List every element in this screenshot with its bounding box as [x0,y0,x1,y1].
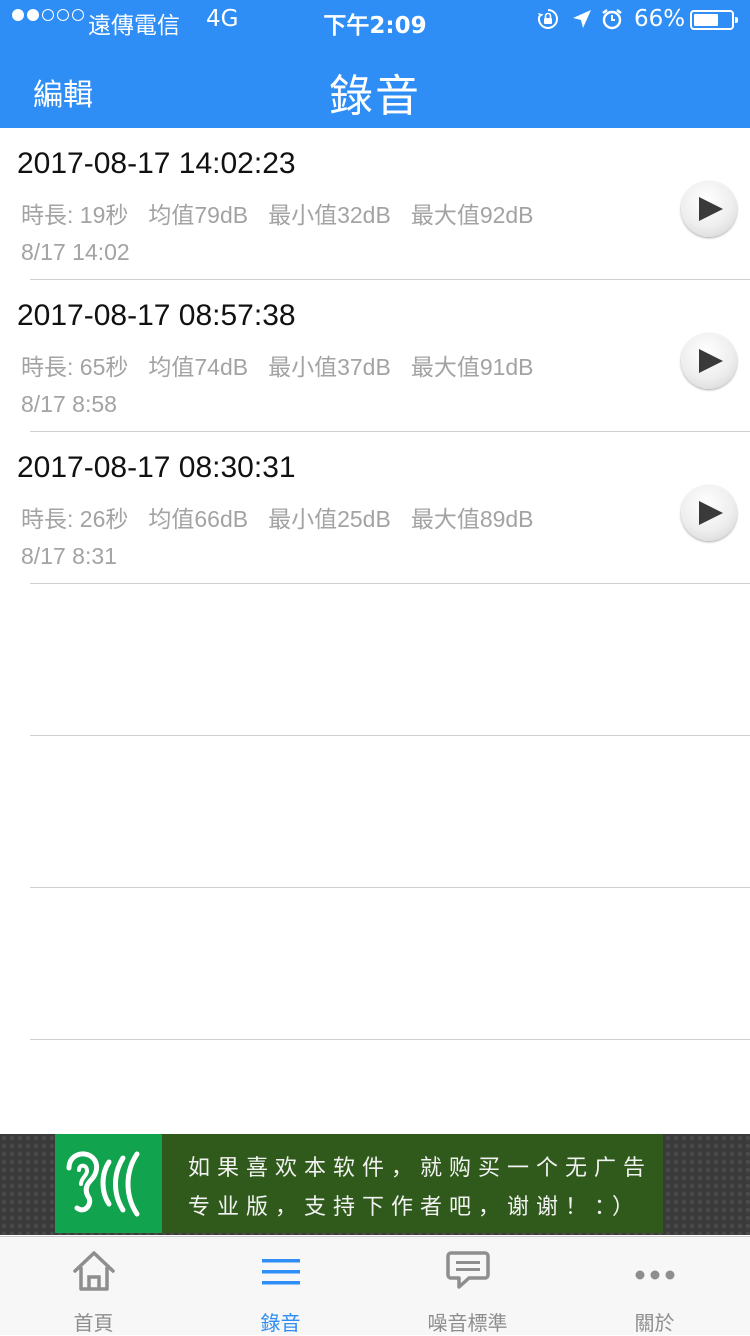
ad-line-1: 如果喜欢本软件，就购买一个无广告 [188,1156,653,1181]
recording-min: 最小值37dB [268,354,391,380]
recording-max: 最大值89dB [410,506,534,532]
empty-row [0,888,750,1040]
recording-duration: 時長: 26秒 [21,506,129,532]
page-title: 錄音 [329,71,421,122]
status-bar: 遠傳電信 4G 下午2:09 66% [0,0,750,40]
empty-row [0,736,750,888]
chat-bubble-icon [374,1249,561,1297]
recording-title: 2017-08-17 08:57:38 [17,299,296,332]
battery-percent: 66% [634,6,686,32]
play-button[interactable] [681,181,737,237]
ad-text: 如果喜欢本软件，就购买一个无广告 专业版，支持下作者吧，谢谢！：） [188,1149,658,1227]
recording-title: 2017-08-17 14:02:23 [17,147,296,180]
recording-max: 最大值92dB [410,202,534,228]
tab-home[interactable]: 首頁 [0,1237,187,1335]
alarm-icon [601,8,623,36]
tab-noise-standards[interactable]: 噪音標準 [374,1237,561,1335]
tab-bar: 首頁 錄音 噪音標準 關於 [0,1236,750,1335]
recording-avg: 均值66dB [148,506,249,532]
tab-label: 噪音標準 [427,1311,508,1335]
play-icon [699,349,723,373]
play-icon [699,197,723,221]
recording-max: 最大值91dB [410,354,534,380]
recordings-list: 2017-08-17 14:02:23 時長: 19秒 均值79dB 最小值32dB… [0,128,750,1040]
recording-duration: 時長: 19秒 [21,202,129,228]
recording-row[interactable]: 2017-08-17 08:57:38 時長: 65秒 均值74dB 最小值37dB… [0,280,750,432]
play-button[interactable] [681,333,737,389]
recording-date: 8/17 14:02 [21,239,130,265]
play-button[interactable] [681,485,737,541]
recording-date: 8/17 8:31 [21,543,117,569]
recording-title: 2017-08-17 08:30:31 [17,451,296,484]
tab-label: 關於 [634,1311,675,1335]
battery-icon [690,10,738,30]
recording-row[interactable]: 2017-08-17 08:30:31 時長: 26秒 均值66dB 最小值25dB… [0,432,750,584]
recording-stats: 時長: 65秒 均值74dB 最小值37dB 最大值91dB [21,348,554,382]
recording-row[interactable]: 2017-08-17 14:02:23 時長: 19秒 均值79dB 最小值32dB… [0,128,750,280]
empty-row [0,584,750,736]
rotation-lock-icon [537,8,559,36]
recording-min: 最小值32dB [268,202,391,228]
recording-date: 8/17 8:58 [21,391,117,417]
recording-stats: 時長: 19秒 均值79dB 最小值32dB 最大值92dB [21,196,554,230]
ad-line-2: 专业版，支持下作者吧，谢谢！：） [188,1195,642,1220]
location-arrow-icon [571,8,593,36]
tab-about[interactable]: 關於 [561,1237,748,1335]
recording-min: 最小值25dB [268,506,391,532]
recording-stats: 時長: 26秒 均值66dB 最小值25dB 最大值89dB [21,500,554,534]
ad-banner: 如果喜欢本软件，就购买一个无广告 专业版，支持下作者吧，谢谢！：） [0,1134,750,1235]
ad-content[interactable]: 如果喜欢本软件，就购买一个无广告 专业版，支持下作者吧，谢谢！：） [55,1134,663,1233]
tab-label: 錄音 [260,1311,301,1335]
recording-avg: 均值74dB [148,354,249,380]
play-icon [699,501,723,525]
top-bar: 遠傳電信 4G 下午2:09 66% 編輯 錄音 [0,0,750,128]
more-dots-icon [561,1249,748,1297]
tab-recordings[interactable]: 錄音 [187,1237,374,1335]
ear-sound-logo-icon [55,1134,162,1233]
home-icon [0,1249,187,1297]
tab-label: 首頁 [73,1311,114,1335]
recording-avg: 均值79dB [148,202,249,228]
list-icon [187,1249,374,1297]
recording-duration: 時長: 65秒 [21,354,129,380]
